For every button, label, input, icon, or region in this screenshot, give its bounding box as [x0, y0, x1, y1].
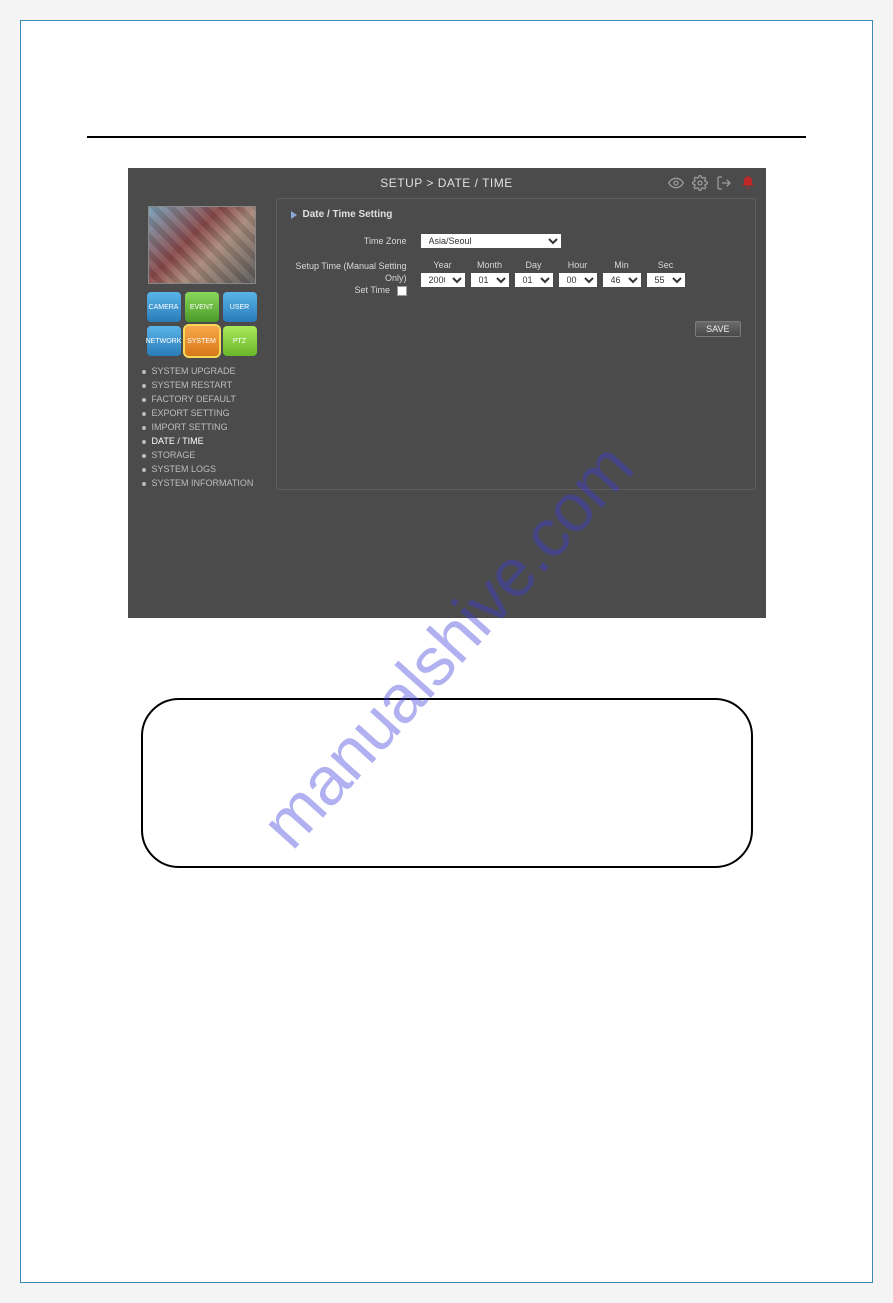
- sec-select[interactable]: 55: [647, 273, 685, 287]
- sidebar-item-system-information[interactable]: SYSTEM INFORMATION: [138, 476, 266, 490]
- exit-icon[interactable]: [716, 175, 732, 191]
- camera-preview: [148, 206, 256, 284]
- sidebar-item-import-setting[interactable]: IMPORT SETTING: [138, 420, 266, 434]
- breadcrumb: SETUP > DATE / TIME: [380, 176, 513, 190]
- hour-label: Hour: [559, 260, 597, 270]
- sidebar-item-system-restart[interactable]: SYSTEM RESTART: [138, 378, 266, 392]
- min-column: Min 46: [603, 260, 641, 287]
- nav-grid: CAMERAEVENTUSER NETWORKSYSTEMPTZ: [138, 292, 266, 356]
- app-window: SETUP > DATE / TIME CAMERAEVENTUSER NETWO…: [128, 168, 766, 618]
- day-select[interactable]: 01: [515, 273, 553, 287]
- sidebar-item-storage[interactable]: STORAGE: [138, 448, 266, 462]
- timezone-row: Time Zone Asia/Seoul: [291, 234, 741, 248]
- month-column: Month 01: [471, 260, 509, 287]
- year-column: Year 2000: [421, 260, 465, 287]
- nav-camera-button[interactable]: CAMERA: [147, 292, 181, 322]
- set-time-label: Set Time: [291, 284, 407, 296]
- section-title: Date / Time Setting: [291, 209, 741, 220]
- save-button[interactable]: SAVE: [695, 321, 740, 337]
- month-select[interactable]: 01: [471, 273, 509, 287]
- setup-time-label: Setup Time (Manual Setting Only): [291, 260, 407, 284]
- topbar-icon-group: [668, 175, 756, 191]
- sidebar-item-export-setting[interactable]: EXPORT SETTING: [138, 406, 266, 420]
- hour-column: Hour 00: [559, 260, 597, 287]
- sec-column: Sec 55: [647, 260, 685, 287]
- day-column: Day 01: [515, 260, 553, 287]
- alarm-icon[interactable]: [740, 175, 756, 191]
- timezone-label: Time Zone: [291, 236, 421, 246]
- timezone-select[interactable]: Asia/Seoul: [421, 234, 561, 248]
- sidebar-item-system-logs[interactable]: SYSTEM LOGS: [138, 462, 266, 476]
- sidebar-menu: SYSTEM UPGRADESYSTEM RESTARTFACTORY DEFA…: [138, 364, 266, 490]
- hour-select[interactable]: 00: [559, 273, 597, 287]
- nav-event-button[interactable]: EVENT: [185, 292, 219, 322]
- min-label: Min: [603, 260, 641, 270]
- settime-label-group: Setup Time (Manual Setting Only) Set Tim…: [291, 260, 421, 296]
- sec-label: Sec: [647, 260, 685, 270]
- main-panel: Date / Time Setting Time Zone Asia/Seoul…: [276, 198, 756, 490]
- nav-network-button[interactable]: NETWORK: [147, 326, 181, 356]
- year-label: Year: [421, 260, 465, 270]
- gear-icon[interactable]: [692, 175, 708, 191]
- topbar: SETUP > DATE / TIME: [128, 168, 766, 198]
- nav-user-button[interactable]: USER: [223, 292, 257, 322]
- sidebar-item-date-time[interactable]: DATE / TIME: [138, 434, 266, 448]
- day-label: Day: [515, 260, 553, 270]
- nav-ptz-button[interactable]: PTZ: [223, 326, 257, 356]
- settime-row: Setup Time (Manual Setting Only) Set Tim…: [291, 260, 741, 296]
- horizontal-divider: [87, 136, 806, 138]
- sidebar: CAMERAEVENTUSER NETWORKSYSTEMPTZ SYSTEM U…: [138, 198, 266, 490]
- nav-system-button[interactable]: SYSTEM: [185, 326, 219, 356]
- eye-icon[interactable]: [668, 175, 684, 191]
- document-page: SETUP > DATE / TIME CAMERAEVENTUSER NETWO…: [20, 20, 873, 1283]
- note-box: [141, 698, 753, 868]
- month-label: Month: [471, 260, 509, 270]
- sidebar-item-system-upgrade[interactable]: SYSTEM UPGRADE: [138, 364, 266, 378]
- sidebar-item-factory-default[interactable]: FACTORY DEFAULT: [138, 392, 266, 406]
- min-select[interactable]: 46: [603, 273, 641, 287]
- content-area: CAMERAEVENTUSER NETWORKSYSTEMPTZ SYSTEM U…: [128, 198, 766, 500]
- time-grid: Year 2000 Month 01 Day 01 Hour: [421, 260, 685, 287]
- year-select[interactable]: 2000: [421, 273, 465, 287]
- settime-checkbox[interactable]: [397, 286, 407, 296]
